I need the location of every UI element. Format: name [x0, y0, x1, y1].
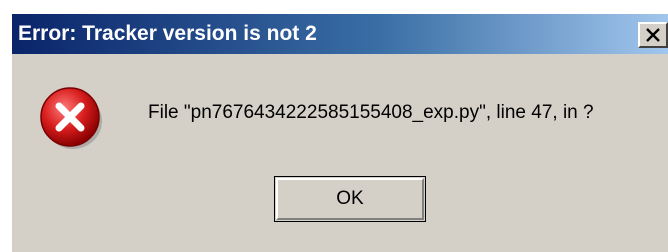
ok-button-label: OK	[336, 188, 364, 209]
title-bar[interactable]: Error: Tracker version is not 2	[12, 14, 668, 54]
close-icon	[646, 28, 660, 42]
error-icon	[40, 87, 102, 149]
close-button[interactable]	[638, 22, 668, 48]
error-message: File "pn7676434222585155408_exp.py", lin…	[148, 102, 594, 123]
error-dialog: Error: Tracker version is not 2 File "pn…	[10, 12, 668, 252]
dialog-title: Error: Tracker version is not 2	[18, 22, 317, 45]
ok-button[interactable]: OK	[274, 176, 426, 222]
